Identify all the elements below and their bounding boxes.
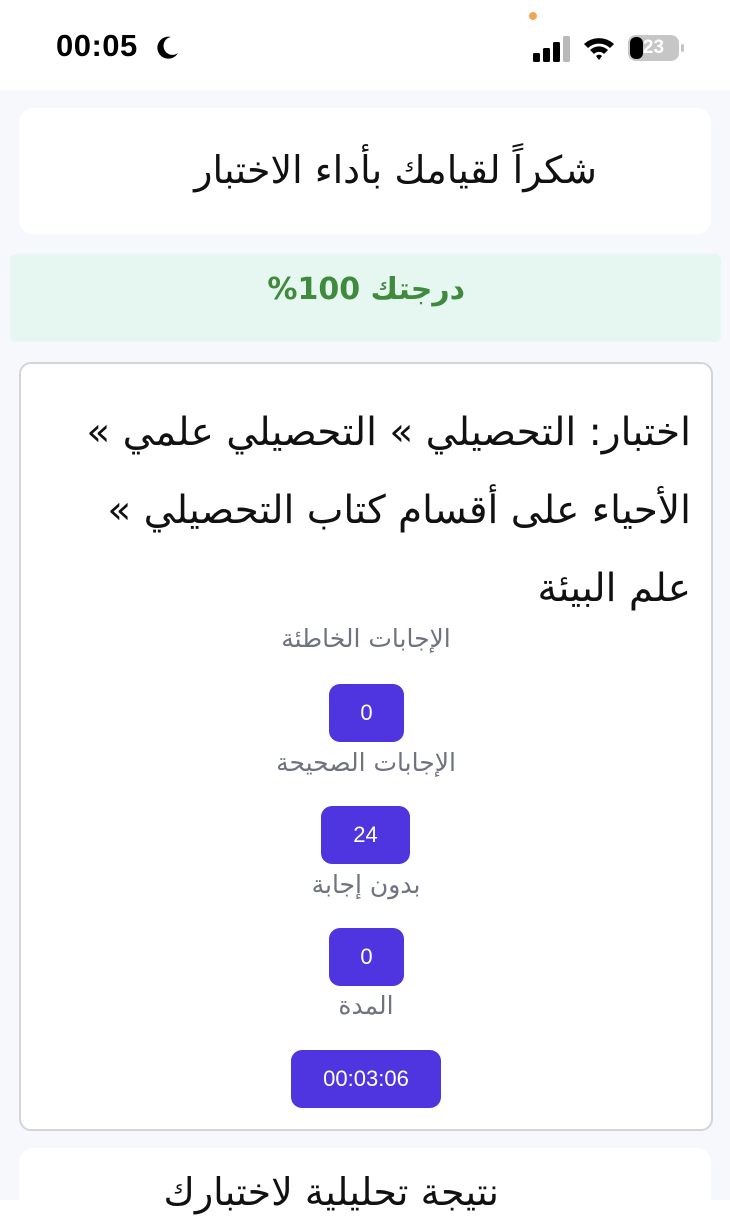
moon-icon: [157, 36, 178, 59]
result-card: اختبار: التحصيلي » التحصيلي علمي » الأحي…: [19, 362, 713, 1131]
wrong-answers-label: الإجابات الخاطئة: [281, 624, 451, 653]
exam-title: اختبار: التحصيلي » التحصيلي علمي » الأحي…: [86, 410, 691, 611]
duration-label: المدة: [338, 991, 394, 1020]
status-time: 00:05: [56, 28, 138, 63]
duration-value: 00:03:06: [291, 1050, 441, 1108]
battery-level: 23: [642, 37, 665, 58]
thanks-card: شكراً لقيامك بأداء الاختبار: [19, 108, 711, 234]
status-bar: 00:05 23: [0, 0, 730, 90]
wrong-answers-value: 0: [329, 684, 404, 742]
privacy-indicator-dot: [529, 12, 537, 20]
score-text: درجتك 100%: [267, 272, 465, 307]
signal-icon: [533, 36, 570, 62]
analysis-title: نتيجة تحليلية لاختبارك: [163, 1170, 500, 1214]
score-banner: درجتك 100%: [10, 254, 721, 342]
thanks-title: شكراً لقيامك بأداء الاختبار: [194, 148, 597, 192]
unanswered-value: 0: [329, 928, 404, 986]
wifi-icon: [584, 38, 614, 60]
unanswered-label: بدون إجابة: [311, 870, 421, 899]
correct-answers-value: 24: [321, 806, 410, 864]
results-page: شكراً لقيامك بأداء الاختبار درجتك 100% ا…: [0, 90, 730, 1228]
correct-answers-label: الإجابات الصحيحة: [276, 748, 456, 777]
analysis-card: نتيجة تحليلية لاختبارك: [19, 1148, 711, 1228]
